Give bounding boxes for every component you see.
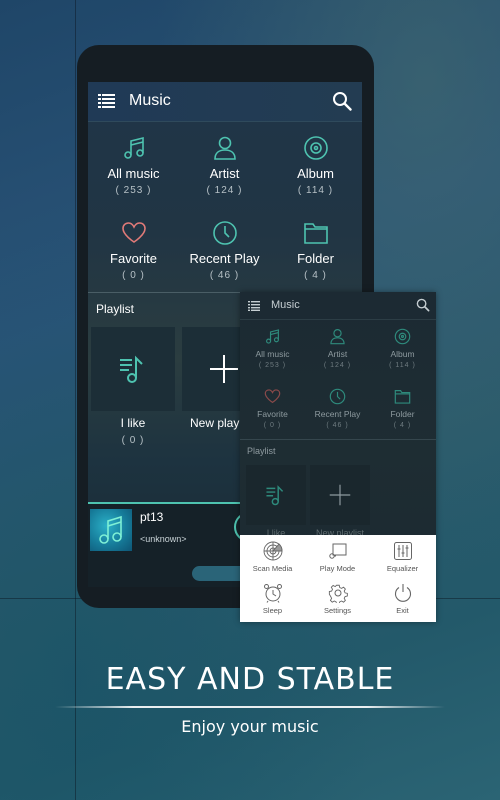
section-divider [240,439,436,440]
plus-icon [210,355,238,383]
menu-list-icon[interactable] [98,94,115,109]
overlay-category-recent-play[interactable]: Recent Play ( 46 ) [305,388,370,429]
folder-icon [303,223,328,244]
menu-sleep[interactable]: Sleep [240,583,305,615]
music-note-icon [99,515,122,544]
plus-icon [329,484,351,506]
track-title: pt13 [140,510,164,524]
equalizer-icon [393,542,412,560]
overlay-title: Music [271,299,300,311]
overlay-category-all-music[interactable]: All music ( 253 ) [240,328,305,369]
album-art [90,509,132,551]
playlist-i-like-count: ( 0 ) [121,435,145,446]
playlist-heading: Playlist [96,302,135,316]
app-bar: Music [88,82,362,122]
playlist-i-like-card[interactable] [91,327,175,411]
gear-icon [328,584,348,603]
person-icon [213,136,236,160]
promo-subline: Enjoy your music [181,717,319,736]
heart-icon [121,222,146,243]
promo-divider [55,706,445,708]
playlist-i-like-label: I like [120,416,146,430]
playlist-music-icon [266,485,284,506]
menu-equalizer[interactable]: Equalizer [370,541,435,573]
power-icon [394,584,411,602]
options-menu: Scan Media Play Mode Equalizer Sleep Set… [240,535,436,622]
app-title: Music [129,92,171,109]
category-all-music[interactable]: All music ( 253 ) [88,127,179,212]
track-artist: <unknown> [140,534,187,544]
menu-play-mode[interactable]: Play Mode [305,541,370,573]
playlist-music-icon [120,355,143,383]
person-icon [330,329,345,345]
menu-settings[interactable]: Settings [305,583,370,615]
clock-icon [329,388,346,405]
disc-icon [394,328,411,345]
overlay-app-bar: Music [240,292,436,320]
promo-headline: EASY AND STABLE [105,662,395,697]
menu-scan-media[interactable]: Scan Media [240,541,305,573]
menu-list-icon[interactable] [248,301,260,311]
overlay-category-artist[interactable]: Artist ( 124 ) [305,328,370,369]
overlay-playlist-heading: Playlist [247,446,276,456]
category-recent-play[interactable]: Recent Play ( 46 ) [179,212,270,297]
music-note-icon [123,136,144,159]
radar-icon [263,541,282,561]
overlay-new-playlist-card[interactable] [310,465,370,525]
overlay-category-folder[interactable]: Folder ( 4 ) [370,388,435,429]
overlay-category-favorite[interactable]: Favorite ( 0 ) [240,388,305,429]
search-icon[interactable] [332,91,352,111]
clock-icon [212,221,237,245]
category-folder[interactable]: Folder ( 4 ) [270,212,361,297]
category-album[interactable]: Album ( 114 ) [270,127,361,212]
overlay-category-album[interactable]: Album ( 114 ) [370,328,435,369]
menu-exit[interactable]: Exit [370,583,435,615]
search-icon[interactable] [416,298,430,312]
alarm-clock-icon [263,584,282,603]
category-favorite[interactable]: Favorite ( 0 ) [88,212,179,297]
folder-icon [394,390,411,404]
category-artist[interactable]: Artist ( 124 ) [179,127,270,212]
overlay-screenshot: Music All music ( 253 ) Artist ( 124 ) A… [240,292,436,622]
music-note-icon [266,329,279,344]
play-mode-icon [328,543,346,559]
disc-icon [303,136,328,160]
overlay-playlist-i-like-card[interactable] [246,465,306,525]
heart-icon [264,389,281,404]
